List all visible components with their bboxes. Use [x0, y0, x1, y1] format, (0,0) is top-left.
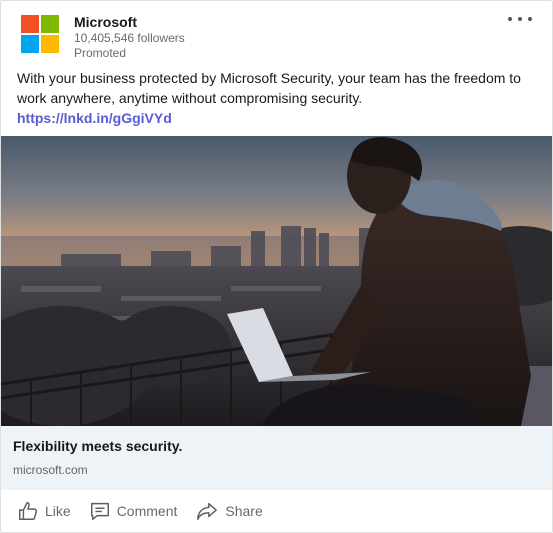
share-button[interactable]: Share [191, 495, 266, 527]
microsoft-logo-icon[interactable] [21, 15, 59, 53]
post-link[interactable]: https://lnkd.in/gGgiVYd [17, 108, 172, 128]
dot [518, 17, 522, 21]
post-image[interactable] [1, 136, 552, 426]
social-actions-bar: Like Comment Share [1, 490, 552, 532]
logo-blue-square [21, 35, 39, 53]
post-body-text: With your business protected by Microsof… [17, 70, 521, 106]
like-label: Like [45, 503, 71, 519]
thumbs-up-icon [19, 502, 38, 520]
company-name[interactable]: Microsoft [74, 13, 185, 31]
dot [528, 17, 532, 21]
more-options-icon[interactable] [508, 13, 532, 25]
comment-button[interactable]: Comment [85, 495, 182, 527]
link-preview-title: Flexibility meets security. [13, 438, 183, 454]
post-header: Microsoft 10,405,546 followers Promoted [21, 13, 536, 61]
promoted-label: Promoted [74, 46, 127, 60]
comment-icon [90, 502, 109, 520]
logo-red-square [21, 15, 39, 33]
post-body: With your business protected by Microsof… [17, 68, 532, 128]
like-button[interactable]: Like [13, 495, 75, 527]
dot [508, 17, 512, 21]
link-preview-domain: microsoft.com [13, 463, 88, 477]
share-label: Share [225, 503, 263, 519]
follower-count: 10,405,546 followers [74, 31, 185, 45]
link-preview[interactable]: Flexibility meets security. microsoft.co… [1, 426, 552, 490]
comment-label: Comment [116, 503, 178, 519]
company-info: Microsoft 10,405,546 followers Promoted [74, 13, 185, 61]
hero-photo-icon [1, 136, 552, 426]
logo-yellow-square [41, 35, 59, 53]
share-icon [197, 502, 218, 520]
feed-post-card: Microsoft 10,405,546 followers Promoted … [0, 0, 553, 533]
logo-green-square [41, 15, 59, 33]
